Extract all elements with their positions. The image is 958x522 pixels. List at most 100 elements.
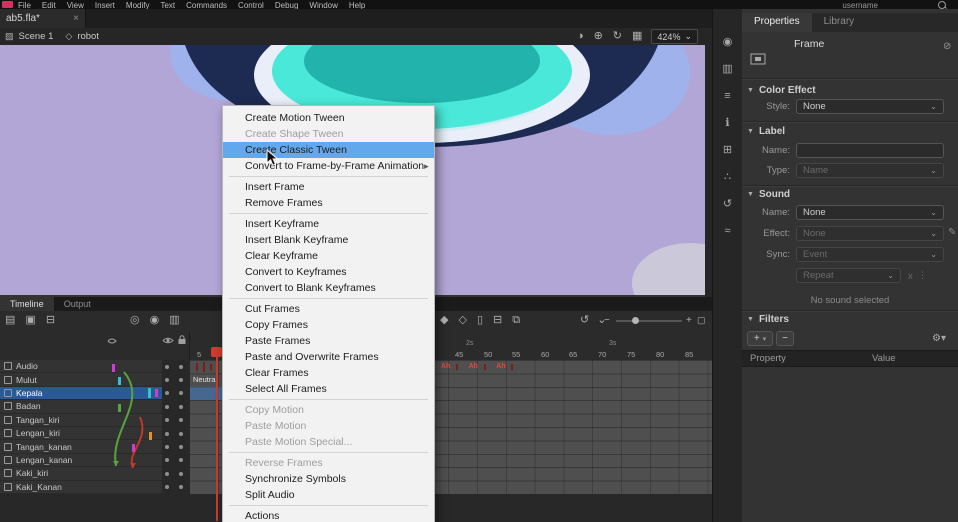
fit-timeline-icon[interactable]: ▢ — [697, 316, 706, 325]
context-menu-item[interactable]: Clear Frames — [223, 365, 434, 381]
frame-picker-icon[interactable]: ▥ — [713, 64, 742, 75]
center-stage-icon[interactable]: ⊕ — [594, 31, 603, 42]
menu-debug[interactable]: Debug — [275, 0, 299, 9]
timeline-zoom-in-icon[interactable]: + — [686, 316, 692, 326]
menu-control[interactable]: Control — [238, 0, 264, 9]
close-tab-icon[interactable]: × — [73, 13, 79, 24]
search-icon[interactable] — [938, 1, 946, 9]
menu-insert[interactable]: Insert — [95, 0, 115, 9]
filter-options-icon[interactable]: ⚙▾ — [932, 333, 946, 344]
section-label[interactable]: ▼ Label — [747, 126, 785, 137]
context-menu-item[interactable]: Insert Frame — [223, 179, 434, 195]
context-menu-item[interactable]: Paste and Overwrite Frames — [223, 349, 434, 365]
timeline-zoom-slider-knob[interactable] — [632, 317, 639, 324]
context-menu-item[interactable]: Insert Keyframe — [223, 216, 434, 232]
insert-keyframe-icon[interactable]: ◆ — [440, 315, 448, 326]
ruler-frame-number[interactable]: 5 — [197, 350, 201, 359]
tab-output[interactable]: Output — [54, 297, 101, 311]
timeline-zoom-slider[interactable] — [616, 320, 682, 322]
frame-view-icon[interactable]: ⧉ — [512, 315, 520, 326]
menu-text[interactable]: Text — [160, 0, 175, 9]
insert-blank-keyframe-icon[interactable]: ◇ — [458, 315, 466, 326]
info-icon[interactable]: ℹ — [713, 118, 742, 129]
edit-sound-envelope-icon[interactable]: ✎ — [948, 227, 956, 238]
ruler-frame-number[interactable]: 85 — [685, 350, 693, 359]
menu-separator — [229, 505, 428, 506]
ruler-frame-number[interactable]: 80 — [656, 350, 664, 359]
center-playhead-icon[interactable]: ↺ — [580, 315, 589, 326]
ruler-frame-number[interactable]: 60 — [541, 350, 549, 359]
add-filter-button[interactable]: +▾ — [747, 331, 773, 346]
clip-content-icon[interactable]: ▦ — [632, 31, 642, 42]
menu-edit[interactable]: Edit — [42, 0, 56, 9]
menu-file[interactable]: File — [18, 0, 31, 9]
transform-icon[interactable]: ⊞ — [713, 145, 742, 156]
layer-icon — [4, 402, 12, 410]
ruler-frame-number[interactable]: 45 — [455, 350, 463, 359]
menu-help[interactable]: Help — [349, 0, 365, 9]
menu-view[interactable]: View — [67, 0, 84, 9]
playhead-handle[interactable] — [211, 347, 222, 357]
chevron-down-icon: ▼ — [747, 87, 754, 94]
insert-frame-icon[interactable]: ▯ — [477, 315, 483, 326]
add-layer-icon[interactable]: ▤ — [5, 315, 15, 326]
context-menu-item-label: Insert Frame — [245, 179, 305, 195]
menu-commands[interactable]: Commands — [186, 0, 227, 9]
help-icon[interactable]: ⊘ — [943, 41, 951, 52]
breadcrumb-scene[interactable]: Scene 1 — [19, 31, 54, 42]
context-menu-item[interactable]: Insert Blank Keyframe — [223, 232, 434, 248]
layer-icon — [4, 429, 12, 437]
user-account-menu[interactable]: username — [842, 0, 878, 9]
style-select[interactable]: None⌄ — [796, 99, 944, 114]
onion-skin-icon[interactable]: ◎ — [130, 315, 140, 326]
pen-mode-icon[interactable]: ◑ — [577, 31, 584, 42]
tab-timeline[interactable]: Timeline — [0, 297, 54, 311]
context-menu-item[interactable]: Clear Keyframe — [223, 248, 434, 264]
menu-window[interactable]: Window — [309, 0, 337, 9]
onion-outlines-icon[interactable]: ◉ — [150, 315, 160, 326]
document-tab[interactable]: ab5.fla* × — [0, 9, 86, 28]
ruler-frame-number[interactable]: 70 — [598, 350, 606, 359]
motion-presets-icon[interactable]: ≈ — [713, 226, 742, 237]
context-menu-item[interactable]: Remove Frames — [223, 195, 434, 211]
context-menu-item[interactable]: Actions — [223, 508, 434, 522]
timeline-zoom-out-icon[interactable]: − — [604, 316, 610, 326]
rotation-icon[interactable]: ↻ — [613, 31, 622, 42]
context-menu-item[interactable]: Convert to Keyframes — [223, 264, 434, 280]
brush-library-icon[interactable]: ∴ — [713, 172, 742, 183]
edit-multiple-frames-icon[interactable]: ▥ — [169, 315, 179, 326]
tab-library[interactable]: Library — [812, 13, 867, 32]
ruler-frame-number[interactable]: 55 — [512, 350, 520, 359]
menu-modify[interactable]: Modify — [126, 0, 150, 9]
label-name-input[interactable] — [796, 143, 944, 158]
audio-waveform — [210, 364, 212, 371]
tab-properties[interactable]: Properties — [742, 13, 812, 32]
context-menu-item[interactable]: Convert to Frame-by-Frame Animation▸ — [223, 158, 434, 174]
zoom-control[interactable]: 424% ⌄ — [651, 29, 698, 44]
context-menu-item[interactable]: Split Audio — [223, 487, 434, 503]
context-menu-item[interactable]: Convert to Blank Keyframes — [223, 280, 434, 296]
ruler-frame-number[interactable]: 75 — [627, 350, 635, 359]
context-menu-item[interactable]: Create Classic Tween — [223, 142, 434, 158]
context-menu-item[interactable]: Copy Frames — [223, 317, 434, 333]
zoom-value: 424% — [657, 32, 680, 42]
context-menu-item-label: Create Shape Tween — [245, 126, 343, 142]
sound-name-select[interactable]: None⌄ — [796, 205, 944, 220]
context-menu-item[interactable]: Paste Frames — [223, 333, 434, 349]
context-menu-item[interactable]: Synchronize Symbols — [223, 471, 434, 487]
history-icon[interactable]: ↺ — [713, 199, 742, 210]
context-menu-item[interactable]: Create Motion Tween — [223, 110, 434, 126]
ruler-frame-number[interactable]: 50 — [484, 350, 492, 359]
ruler-frame-number[interactable]: 65 — [569, 350, 577, 359]
frame-span-icon[interactable]: ⊟ — [493, 315, 502, 326]
align-icon[interactable]: ≡ — [713, 91, 742, 102]
section-color-effect[interactable]: ▼ Color Effect — [747, 85, 816, 96]
section-filters[interactable]: ▼ Filters — [747, 314, 789, 325]
add-folder-icon[interactable]: ▣ — [25, 315, 35, 326]
section-sound[interactable]: ▼ Sound — [747, 189, 790, 200]
context-menu-item[interactable]: Cut Frames — [223, 301, 434, 317]
camera-icon[interactable]: ◉ — [713, 37, 742, 48]
delete-layer-icon[interactable]: ⊟ — [46, 315, 55, 326]
remove-filter-button[interactable]: − — [776, 331, 794, 346]
context-menu-item[interactable]: Select All Frames — [223, 381, 434, 397]
